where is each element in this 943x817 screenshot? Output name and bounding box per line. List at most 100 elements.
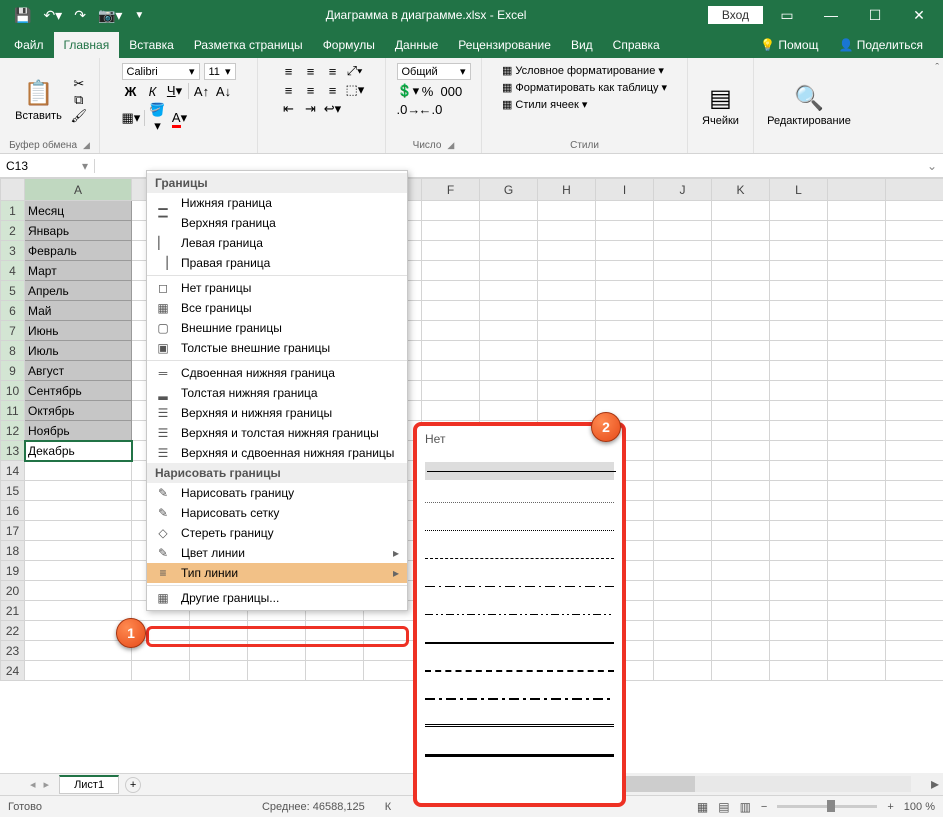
dec-decimal-icon[interactable]: ←.0 — [419, 102, 437, 117]
border-outside-item[interactable]: ▢Внешние границы — [147, 318, 407, 338]
indent-inc-icon[interactable]: ⇥ — [302, 101, 320, 117]
cell[interactable] — [886, 221, 943, 241]
border-bottom-item[interactable]: ▁Нижняя граница — [147, 193, 407, 213]
cell[interactable] — [422, 341, 480, 361]
cell[interactable] — [422, 261, 480, 281]
cell[interactable] — [712, 261, 770, 281]
cell[interactable]: Июль — [25, 341, 132, 361]
cell[interactable] — [770, 641, 828, 661]
cell[interactable]: Август — [25, 361, 132, 381]
tell-me[interactable]: 💡 Помощ — [750, 32, 828, 58]
tab-home[interactable]: Главная — [54, 32, 120, 58]
cell[interactable]: Июнь — [25, 321, 132, 341]
cell[interactable] — [422, 401, 480, 421]
align-bot-icon[interactable]: ≡ — [324, 64, 342, 79]
cell[interactable] — [25, 601, 132, 621]
cell[interactable] — [654, 521, 712, 541]
cell[interactable] — [596, 201, 654, 221]
col-header[interactable]: I — [596, 179, 654, 201]
cell[interactable] — [712, 381, 770, 401]
merge-icon[interactable]: ⬚▾ — [346, 82, 364, 98]
cell[interactable] — [886, 461, 943, 481]
cell[interactable] — [306, 661, 364, 681]
cell[interactable] — [828, 621, 886, 641]
row-header[interactable]: 24 — [1, 661, 25, 681]
cell[interactable] — [886, 201, 943, 221]
clipboard-launcher-icon[interactable]: ◢ — [83, 140, 90, 151]
cell[interactable]: Апрель — [25, 281, 132, 301]
cell[interactable] — [712, 361, 770, 381]
align-center-icon[interactable]: ≡ — [302, 83, 320, 98]
cell[interactable]: Сентябрь — [25, 381, 132, 401]
cell[interactable] — [538, 261, 596, 281]
row-header[interactable]: 21 — [1, 601, 25, 621]
minimize-icon[interactable]: — — [811, 2, 851, 28]
formula-expand-icon[interactable]: ⌄ — [921, 159, 943, 173]
cell[interactable] — [25, 521, 132, 541]
cell[interactable] — [770, 541, 828, 561]
cell[interactable] — [654, 641, 712, 661]
cell[interactable] — [422, 321, 480, 341]
cell[interactable] — [712, 521, 770, 541]
view-page-layout-icon[interactable]: ▤ — [718, 800, 729, 814]
cell[interactable] — [886, 581, 943, 601]
cell[interactable] — [828, 381, 886, 401]
align-right-icon[interactable]: ≡ — [324, 83, 342, 98]
cell[interactable] — [480, 381, 538, 401]
col-header[interactable]: F — [422, 179, 480, 201]
col-header-a[interactable]: A — [25, 179, 132, 201]
cell[interactable] — [770, 441, 828, 461]
editing-button[interactable]: 🔍Редактирование — [763, 80, 855, 131]
cell[interactable] — [654, 381, 712, 401]
cell[interactable] — [712, 221, 770, 241]
cell[interactable] — [712, 501, 770, 521]
cell[interactable]: Январь — [25, 221, 132, 241]
cell[interactable] — [828, 321, 886, 341]
cell[interactable] — [770, 601, 828, 621]
row-header[interactable]: 22 — [1, 621, 25, 641]
cell[interactable] — [422, 381, 480, 401]
cell[interactable] — [538, 361, 596, 381]
cell[interactable] — [886, 541, 943, 561]
tab-file[interactable]: Файл — [4, 32, 54, 58]
indent-dec-icon[interactable]: ⇤ — [280, 101, 298, 117]
cell[interactable] — [712, 241, 770, 261]
cell[interactable] — [886, 481, 943, 501]
cell[interactable] — [828, 541, 886, 561]
border-right-item[interactable]: ▕Правая граница — [147, 253, 407, 273]
cell[interactable] — [828, 641, 886, 661]
border-thick-bottom-item[interactable]: ▂Толстая нижняя граница — [147, 383, 407, 403]
cell[interactable] — [480, 401, 538, 421]
cell[interactable] — [828, 241, 886, 261]
cell[interactable] — [770, 241, 828, 261]
cell[interactable]: Октябрь — [25, 401, 132, 421]
cell[interactable] — [654, 321, 712, 341]
row-header[interactable]: 13 — [1, 441, 25, 461]
cell[interactable] — [886, 661, 943, 681]
cell[interactable] — [886, 341, 943, 361]
align-mid-icon[interactable]: ≡ — [302, 64, 320, 79]
cell[interactable] — [538, 201, 596, 221]
cell[interactable] — [654, 541, 712, 561]
tab-view[interactable]: Вид — [561, 32, 603, 58]
more-borders-item[interactable]: ▦Другие границы... — [147, 588, 407, 608]
line-style-thick[interactable] — [425, 748, 614, 760]
row-header[interactable]: 19 — [1, 561, 25, 581]
cell[interactable] — [654, 401, 712, 421]
row-header[interactable]: 10 — [1, 381, 25, 401]
cell[interactable] — [538, 241, 596, 261]
cell[interactable] — [886, 641, 943, 661]
border-top-thick-bottom-item[interactable]: ☰Верхняя и толстая нижняя границы — [147, 423, 407, 443]
cell[interactable] — [654, 281, 712, 301]
cell-styles-button[interactable]: ▦Стили ячеек ▾ — [499, 97, 590, 112]
cell[interactable] — [828, 481, 886, 501]
cell[interactable] — [654, 561, 712, 581]
cell[interactable] — [886, 441, 943, 461]
cell[interactable]: Март — [25, 261, 132, 281]
cell[interactable] — [538, 281, 596, 301]
sheet-tab[interactable]: Лист1 — [59, 775, 119, 794]
cell[interactable] — [190, 621, 248, 641]
cell[interactable] — [538, 301, 596, 321]
cell[interactable] — [886, 301, 943, 321]
cell[interactable] — [886, 361, 943, 381]
